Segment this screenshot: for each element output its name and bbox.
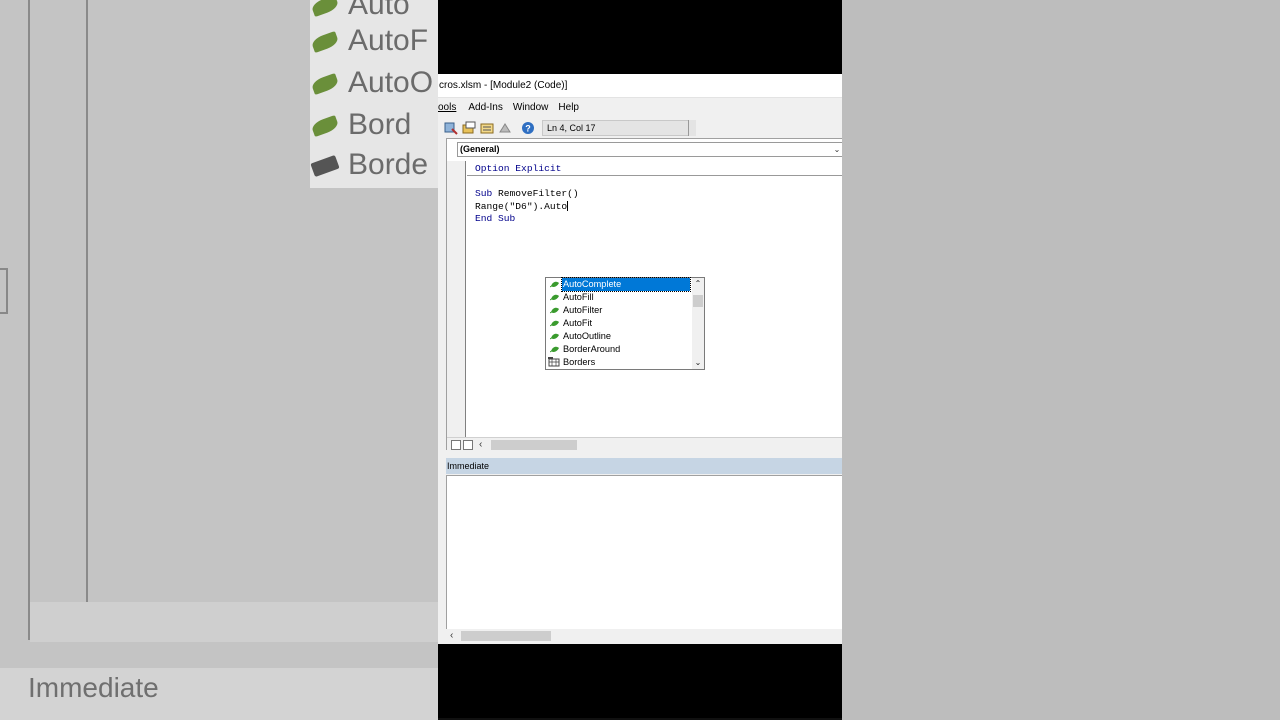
cursor-position-status: Ln 4, Col 17 [542, 120, 692, 136]
code-horizontal-scrollbar[interactable]: ‹ [447, 437, 842, 451]
immediate-horizontal-scrollbar[interactable]: ‹ [446, 629, 842, 643]
menu-tools[interactable]: ools [438, 98, 456, 118]
chevron-down-icon[interactable]: ⌄ [832, 143, 842, 156]
autocomplete-list[interactable]: AutoComplete AutoFill AutoFilter AutoFit… [545, 277, 705, 370]
autocomplete-item[interactable]: AutoComplete [546, 277, 692, 292]
background-tab [0, 268, 8, 314]
menu-bar: ools Add-Ins Window Help [438, 98, 842, 118]
scroll-left-icon[interactable]: ‹ [479, 438, 482, 451]
procedure-separator [467, 175, 842, 176]
menu-add-ins[interactable]: Add-Ins [468, 98, 502, 118]
properties-window-icon[interactable] [480, 121, 494, 135]
help-icon[interactable]: ? [521, 121, 535, 135]
method-icon [550, 320, 559, 327]
object-browser-icon[interactable] [498, 121, 512, 135]
standard-toolbar: ? Ln 4, Col 17 [438, 118, 842, 138]
autocomplete-item[interactable]: AutoFill [546, 291, 692, 304]
scroll-left-icon[interactable]: ‹ [450, 629, 453, 642]
background-code-margin [28, 0, 88, 640]
screen-frame: cros.xlsm - [Module2 (Code)] ools Add-Ins… [438, 0, 842, 720]
background-right-panel [842, 0, 1280, 720]
background-list-item: AutoF [310, 24, 428, 58]
property-icon [548, 357, 560, 367]
margin-indicator-bar[interactable] [447, 161, 466, 437]
autocomplete-scrollbar[interactable]: ⌃ ⌄ [692, 278, 704, 369]
background-list-item: Bord [310, 108, 411, 142]
autocomplete-item[interactable]: AutoFit [546, 317, 692, 330]
text-cursor [567, 200, 569, 211]
method-icon [550, 333, 559, 340]
scroll-up-icon[interactable]: ⌃ [692, 278, 704, 290]
background-list-item: Borde [310, 148, 428, 182]
window-title: cros.xlsm - [Module2 (Code)] [438, 74, 842, 98]
code-line-end-sub: End Sub [475, 213, 516, 224]
vbe-window: cros.xlsm - [Module2 (Code)] ools Add-Ins… [438, 74, 842, 720]
design-mode-icon[interactable] [444, 121, 458, 135]
code-editor[interactable]: Option Explicit Sub RemoveFilter() Range… [475, 163, 579, 226]
immediate-window-body[interactable] [446, 475, 842, 630]
background-immediate-bar: Immediate [0, 668, 438, 720]
autocomplete-item[interactable]: BorderAround [546, 343, 692, 356]
scroll-thumb[interactable] [461, 631, 551, 641]
project-explorer-icon[interactable] [462, 121, 476, 135]
scroll-down-icon[interactable]: ⌄ [692, 357, 704, 369]
method-icon [550, 346, 559, 353]
object-combo-value: (General) [460, 144, 500, 154]
toolbar-options-icon[interactable] [688, 120, 696, 136]
code-line-range: Range("D6").Auto [475, 200, 568, 212]
menu-window[interactable]: Window [513, 98, 549, 118]
full-module-view-icon[interactable] [463, 440, 473, 450]
menu-help[interactable]: Help [558, 98, 579, 118]
code-keyword-sub: Sub [475, 188, 493, 199]
autocomplete-item[interactable]: AutoFilter [546, 304, 692, 317]
code-line-option: Option Explicit [475, 163, 562, 174]
method-icon [550, 307, 559, 314]
background-list-item: Auto [310, 0, 410, 22]
svg-text:?: ? [525, 124, 531, 134]
method-icon [550, 294, 559, 301]
code-window: (General) ⌄ Option Explicit Sub RemoveFi… [446, 138, 842, 451]
immediate-window-title: Immediate [446, 458, 842, 474]
code-sub-name: RemoveFilter() [492, 188, 579, 199]
scroll-thumb[interactable] [491, 440, 577, 450]
procedure-view-icon[interactable] [451, 440, 461, 450]
method-icon [550, 281, 559, 288]
object-combo[interactable]: (General) ⌄ [457, 142, 842, 157]
scroll-thumb[interactable] [693, 295, 703, 307]
background-scrollbar [30, 602, 438, 642]
autocomplete-item[interactable]: AutoOutline [546, 330, 692, 343]
background-list-item: AutoO [310, 66, 433, 100]
autocomplete-item[interactable]: Borders [546, 356, 692, 369]
